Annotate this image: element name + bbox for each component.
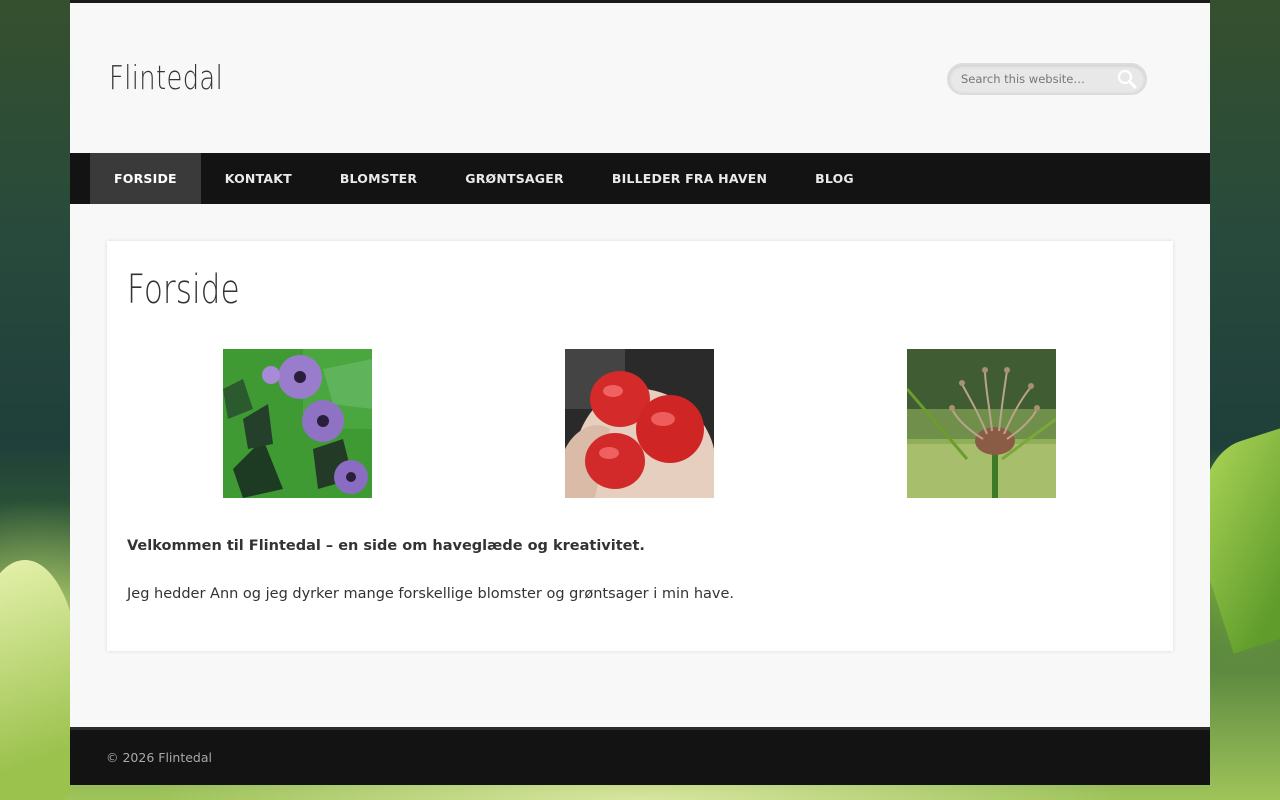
nav-item-blomster[interactable]: BLOMSTER [316,153,441,204]
content-card: Forside Velkommen til Flintedal – en sid… [107,241,1173,651]
nav-item-forside[interactable]: FORSIDE [90,153,201,204]
search-icon[interactable] [1117,69,1137,89]
background-leaf-left [0,560,80,800]
site-title[interactable]: Flintedal [109,58,223,97]
welcome-heading: Velkommen til Flintedal – en side om hav… [127,538,645,554]
page-title: Forside [127,267,240,313]
site-header: Flintedal [70,3,1210,153]
nav-item-kontakt[interactable]: KONTAKT [201,153,316,204]
copyright-text: © 2026 Flintedal [106,750,212,765]
allium-image[interactable] [907,349,1056,498]
search-box [947,63,1147,95]
strawberry-image[interactable] [565,349,714,498]
nav-item-blog[interactable]: BLOG [791,153,878,204]
intro-paragraph: Jeg hedder Ann og jeg dyrker mange forsk… [127,586,735,602]
nav-item-grontsager[interactable]: GRØNTSAGER [441,153,588,204]
main-nav: FORSIDE KONTAKT BLOMSTER GRØNTSAGER BILL… [70,153,1210,204]
site-container: Flintedal FORSIDE KONTAKT BLOMSTER GRØNT… [70,0,1210,785]
flower-image[interactable] [223,349,372,498]
site-footer: © 2026 Flintedal [70,727,1210,785]
search-input[interactable] [961,70,1111,88]
nav-item-billeder-fra-haven[interactable]: BILLEDER FRA HAVEN [588,153,791,204]
